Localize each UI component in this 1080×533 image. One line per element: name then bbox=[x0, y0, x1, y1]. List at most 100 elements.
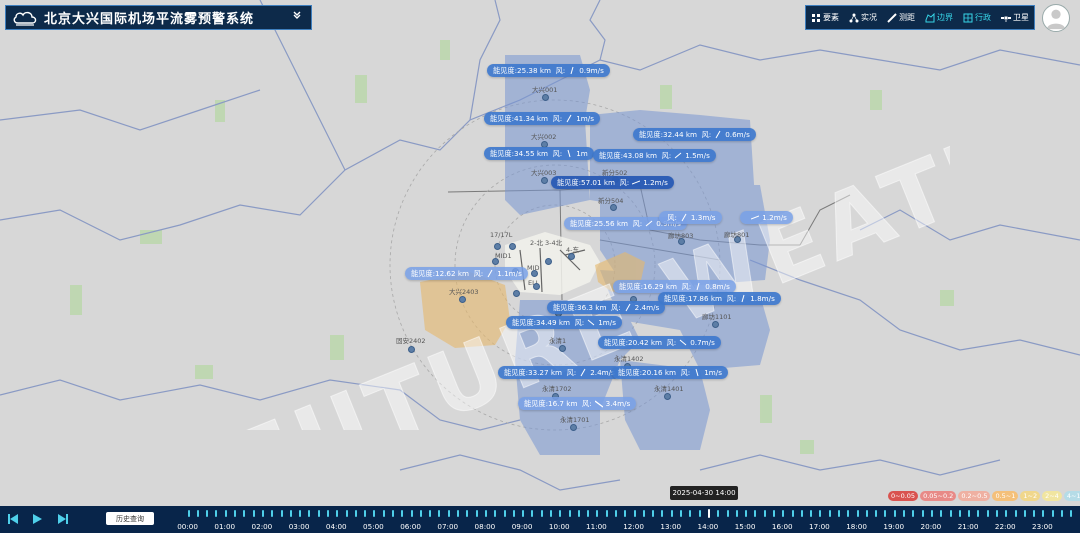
station-dot[interactable] bbox=[568, 253, 575, 260]
timeline-tick[interactable] bbox=[986, 510, 989, 517]
toolbar-live-button[interactable]: 实况 bbox=[849, 12, 877, 23]
timeline-tick[interactable] bbox=[466, 510, 469, 517]
timeline-tick[interactable] bbox=[503, 510, 506, 517]
weather-tag[interactable]: 能见度: 12.62 km 风: 1.1m/s bbox=[405, 267, 528, 280]
timeline-tick[interactable] bbox=[475, 510, 478, 517]
timeline-tick[interactable] bbox=[587, 510, 590, 517]
station-dot[interactable] bbox=[559, 345, 566, 352]
step-forward-icon[interactable] bbox=[56, 513, 70, 525]
timeline-tick[interactable] bbox=[1005, 510, 1008, 517]
weather-tag[interactable]: 能见度: 25.38 km 风: 0.9m/s bbox=[487, 64, 610, 77]
timeline-tick[interactable] bbox=[317, 510, 320, 517]
timeline-tick[interactable] bbox=[261, 510, 264, 517]
toolbar-elements-button[interactable]: 要素 bbox=[811, 12, 839, 23]
timeline-tick[interactable] bbox=[958, 510, 961, 517]
timeline-tick[interactable] bbox=[800, 510, 803, 517]
timeline-tick[interactable] bbox=[1051, 510, 1054, 517]
timeline-tick[interactable] bbox=[494, 510, 497, 517]
weather-tag[interactable]: 能见度: 17.86 km 风: 1.8m/s bbox=[658, 292, 781, 305]
station-dot[interactable] bbox=[664, 393, 671, 400]
timeline-tick[interactable] bbox=[280, 510, 283, 517]
timeline-tick[interactable] bbox=[977, 510, 980, 517]
weather-tag[interactable]: 能见度: 20.16 km 风: 1m/s bbox=[612, 366, 728, 379]
timeline-tick[interactable] bbox=[782, 510, 785, 517]
timeline-tick[interactable] bbox=[512, 510, 515, 517]
station-dot[interactable] bbox=[492, 258, 499, 265]
timeline-tick[interactable] bbox=[893, 510, 896, 517]
step-back-icon[interactable] bbox=[6, 513, 20, 525]
history-query-button[interactable]: 历史查询 bbox=[106, 512, 154, 525]
timeline-tick[interactable] bbox=[447, 510, 450, 517]
timeline-tick[interactable] bbox=[373, 510, 376, 517]
timeline-tick[interactable] bbox=[299, 510, 302, 517]
timeline-tick[interactable] bbox=[930, 510, 933, 517]
timeline-tick[interactable] bbox=[819, 510, 822, 517]
weather-tag[interactable]: 能见度: 41.34 km 风: 1m/s bbox=[484, 112, 600, 125]
station-dot[interactable] bbox=[712, 321, 719, 328]
timeline-tick[interactable] bbox=[633, 510, 636, 517]
timeline-tick[interactable] bbox=[540, 510, 543, 517]
timeline-tick[interactable] bbox=[1042, 510, 1045, 517]
timeline-tick[interactable] bbox=[865, 510, 868, 517]
timeline-tick[interactable] bbox=[429, 510, 432, 517]
timeline-tick[interactable] bbox=[438, 510, 441, 517]
station-dot[interactable] bbox=[408, 346, 415, 353]
timeline-tick[interactable] bbox=[763, 510, 766, 517]
weather-tag[interactable]: 能见度: 43.08 km 风: 1.5m/s bbox=[593, 149, 716, 162]
timeline-tick[interactable] bbox=[968, 510, 971, 517]
toolbar-boundary-button[interactable]: 边界 bbox=[925, 12, 953, 23]
weather-tag[interactable]: 能见度: 16.7 km 风: 3.4m/s bbox=[518, 397, 637, 410]
weather-tag[interactable]: 1.2m/s bbox=[740, 211, 793, 224]
timeline-tick[interactable] bbox=[726, 510, 729, 517]
timeline-tick[interactable] bbox=[401, 510, 404, 517]
timeline-tick[interactable] bbox=[995, 510, 998, 517]
station-dot[interactable] bbox=[531, 270, 538, 277]
timeline-tick[interactable] bbox=[1023, 510, 1026, 517]
timeline-tick[interactable] bbox=[689, 510, 692, 517]
timeline-tick[interactable] bbox=[289, 510, 292, 517]
timeline-tick[interactable] bbox=[912, 510, 915, 517]
timeline-tick[interactable] bbox=[271, 510, 274, 517]
play-icon[interactable] bbox=[30, 513, 44, 525]
timeline-tick[interactable] bbox=[680, 510, 683, 517]
timeline-tick[interactable] bbox=[549, 510, 552, 517]
station-dot[interactable] bbox=[533, 283, 540, 290]
timeline-tick[interactable] bbox=[624, 510, 627, 517]
timeline-tick[interactable] bbox=[187, 510, 190, 517]
weather-tag[interactable]: 能见度: 34.55 km 风: 1m bbox=[484, 147, 594, 160]
timeline-tick[interactable] bbox=[940, 510, 943, 517]
timeline-tick[interactable] bbox=[735, 510, 738, 517]
timeline-tick[interactable] bbox=[828, 510, 831, 517]
station-dot[interactable] bbox=[545, 258, 552, 265]
timeline-tick[interactable] bbox=[698, 510, 701, 517]
station-dot[interactable] bbox=[509, 243, 516, 250]
timeline-tick[interactable] bbox=[1033, 510, 1036, 517]
timeline-tick[interactable] bbox=[419, 510, 422, 517]
timeline-tick[interactable] bbox=[206, 510, 209, 517]
weather-tag[interactable]: 能见度: 32.44 km 风: 0.6m/s bbox=[633, 128, 756, 141]
timeline-tick[interactable] bbox=[364, 510, 367, 517]
station-dot[interactable] bbox=[459, 296, 466, 303]
toolbar-measure-button[interactable]: 测距 bbox=[887, 12, 915, 23]
timeline-tick[interactable] bbox=[1070, 510, 1073, 517]
timeline-tick[interactable] bbox=[410, 510, 413, 517]
timeline-tick[interactable] bbox=[234, 510, 237, 517]
weather-tag[interactable]: 能见度: 57.01 km 风: 1.2m/s bbox=[551, 176, 674, 189]
station-dot[interactable] bbox=[610, 204, 617, 211]
weather-tag[interactable]: 能见度: 33.27 km 风: 2.4m/s bbox=[498, 366, 621, 379]
timeline-tick[interactable] bbox=[484, 510, 487, 517]
station-dot[interactable] bbox=[541, 177, 548, 184]
station-dot[interactable] bbox=[542, 94, 549, 101]
timeline-tick[interactable] bbox=[596, 510, 599, 517]
timeline-tick[interactable] bbox=[949, 510, 952, 517]
timeline-tick[interactable] bbox=[875, 510, 878, 517]
timeline-tick[interactable] bbox=[847, 510, 850, 517]
timeline-tick[interactable] bbox=[243, 510, 246, 517]
timeline-tick[interactable] bbox=[336, 510, 339, 517]
timeline-tick[interactable] bbox=[392, 510, 394, 517]
timeline-tick[interactable] bbox=[884, 510, 887, 517]
map-canvas[interactable] bbox=[0, 0, 1080, 533]
timeline-tick[interactable] bbox=[810, 510, 813, 517]
chevron-down-icon[interactable] bbox=[289, 10, 305, 26]
timeline-tick[interactable] bbox=[1061, 510, 1063, 517]
